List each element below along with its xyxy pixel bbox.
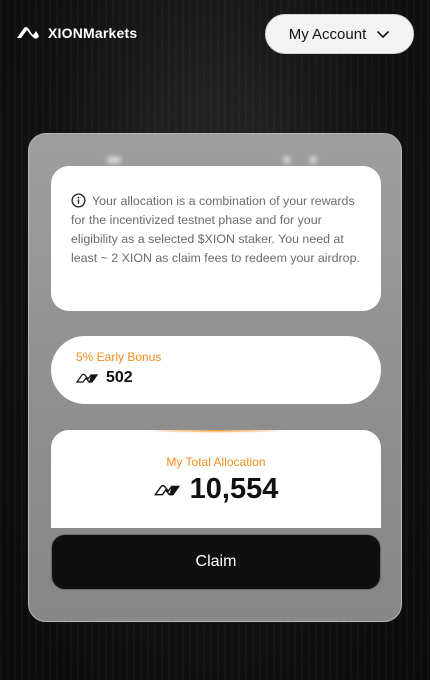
my-account-button[interactable]: My Account xyxy=(265,14,414,54)
chevron-down-icon xyxy=(377,31,390,38)
xion-token-icon xyxy=(153,484,180,495)
total-allocation-value: 10,554 xyxy=(189,473,279,505)
airdrop-panel: Your allocation is a combination of your… xyxy=(28,133,402,622)
claim-button[interactable]: Claim xyxy=(51,534,381,590)
early-bonus-card: 5% Early Bonus 502 xyxy=(51,336,381,404)
allocation-info-text: Your allocation is a combination of your… xyxy=(71,194,360,265)
allocation-info: Your allocation is a combination of your… xyxy=(71,192,361,268)
info-icon xyxy=(71,193,86,208)
early-bonus-value: 502 xyxy=(106,369,133,386)
allocation-info-card: Your allocation is a combination of your… xyxy=(51,166,381,311)
brand-name: XIONMarkets xyxy=(48,25,138,41)
total-allocation-label: My Total Allocation xyxy=(166,455,266,469)
brand-logo[interactable]: XIONMarkets xyxy=(16,24,137,42)
panel-glow xyxy=(309,156,317,164)
early-bonus-label: 5% Early Bonus xyxy=(76,350,162,364)
total-allocation-card: My Total Allocation 10,554 xyxy=(51,430,381,528)
my-account-label: My Account xyxy=(288,25,367,43)
panel-glow xyxy=(283,156,291,164)
xion-token-icon xyxy=(76,373,98,383)
xion-logo-icon xyxy=(17,27,39,39)
panel-glow xyxy=(113,156,121,164)
claim-button-label: Claim xyxy=(195,553,237,570)
